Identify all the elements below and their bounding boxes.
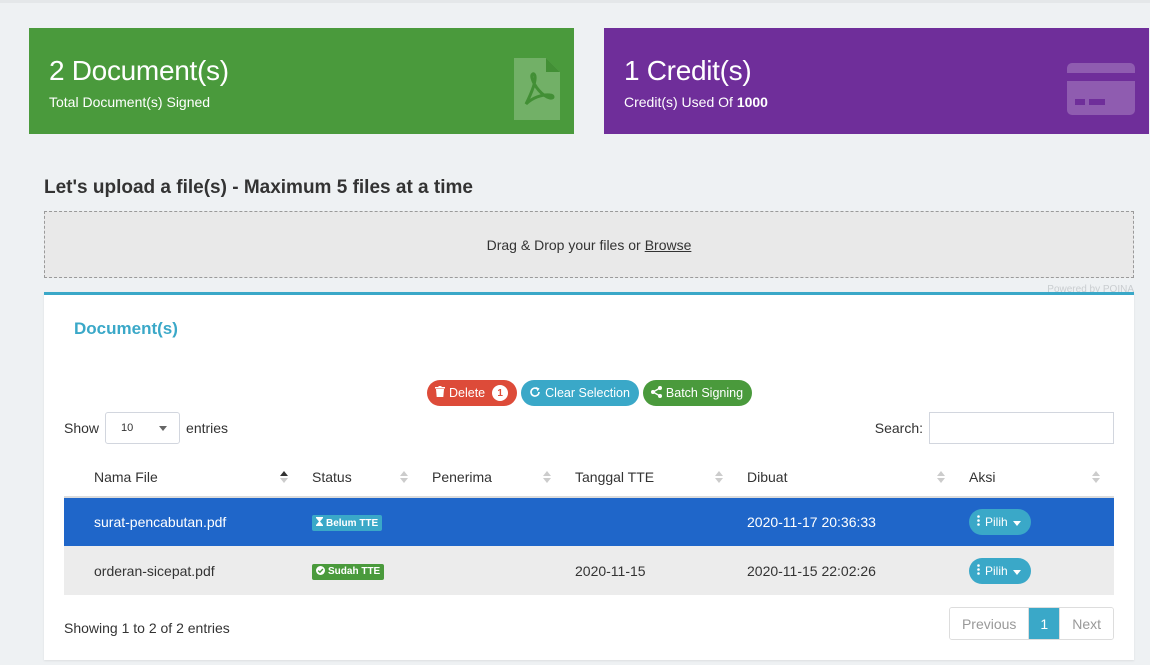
chevron-down-icon <box>159 422 168 434</box>
file-name-cell: orderan-sicepat.pdf <box>64 546 302 595</box>
column-label: Dibuat <box>747 468 788 485</box>
page-1-button[interactable]: 1 <box>1028 608 1060 639</box>
credits-label: Credit(s) Used Of 1000 <box>624 94 1129 110</box>
batch-signing-label: Batch Signing <box>665 386 744 400</box>
column-label: Nama File <box>94 468 158 485</box>
search-input[interactable] <box>929 412 1114 444</box>
credit-card-icon <box>1067 63 1135 120</box>
pagination: Previous 1 Next <box>948 607 1114 640</box>
caret-down-icon <box>1012 564 1021 578</box>
documents-count: 2 Document(s) <box>49 55 229 86</box>
clear-selection-label: Clear Selection <box>545 386 630 400</box>
sort-icon <box>715 470 723 487</box>
status-cell: Belum TTE <box>302 497 422 546</box>
next-page-button[interactable]: Next <box>1059 608 1113 639</box>
hourglass-icon <box>316 517 323 529</box>
documents-title: Document(s) <box>74 319 178 338</box>
documents-table: Nama File Status Penerima Tanggal TTE Di… <box>64 457 1114 595</box>
show-label: Show <box>64 420 100 436</box>
credits-card: 1 Credit(s) Credit(s) Used Of 1000 <box>604 28 1149 134</box>
status-badge: Sudah TTE <box>312 563 385 580</box>
penerima-cell <box>422 546 565 595</box>
sort-icon <box>400 470 408 487</box>
documents-signed-card: 2 Document(s) Total Document(s) Signed <box>29 28 574 134</box>
previous-page-button[interactable]: Previous <box>949 608 1029 639</box>
sort-icon <box>937 470 945 487</box>
caret-down-icon <box>1012 515 1021 529</box>
pilih-dropdown-button[interactable]: Pilih <box>969 509 1031 535</box>
clear-selection-button[interactable]: Clear Selection <box>521 380 639 406</box>
show-entries-control: Show 10 entries <box>64 412 228 444</box>
share-icon <box>650 385 662 401</box>
table-info: Showing 1 to 2 of 2 entries <box>64 620 230 636</box>
column-header-penerima[interactable]: Penerima <box>422 457 565 498</box>
bulk-actions: Delete 1 Clear Selection Batch Signing <box>427 380 753 406</box>
sort-asc-icon <box>280 470 288 487</box>
page-length-value: 10 <box>121 422 134 434</box>
dibuat-cell: 2020-11-15 22:02:26 <box>737 546 959 595</box>
pilih-label: Pilih <box>985 515 1008 529</box>
column-label: Penerima <box>432 468 492 485</box>
file-dropzone[interactable]: Drag & Drop your files or Browse <box>44 211 1134 278</box>
status-cell: Sudah TTE <box>302 546 422 595</box>
aksi-cell: Pilih <box>959 546 1114 595</box>
table-search: Search: <box>875 412 1114 444</box>
refresh-icon <box>529 386 541 401</box>
vertical-dots-icon <box>977 563 980 578</box>
column-header-status[interactable]: Status <box>302 457 422 498</box>
upload-title: Let's upload a file(s) - Maximum 5 files… <box>44 177 473 198</box>
top-border <box>0 0 1150 3</box>
documents-panel: Document(s) Delete 1 Clear Selection Bat… <box>44 292 1134 660</box>
sort-icon <box>543 470 551 487</box>
status-text: Sudah TTE <box>328 566 381 577</box>
documents-label: Total Document(s) Signed <box>49 94 211 110</box>
column-label: Tanggal TTE <box>575 468 655 485</box>
table-header-row: Nama File Status Penerima Tanggal TTE Di… <box>64 457 1114 498</box>
tanggal-tte-cell: 2020-11-15 <box>565 546 737 595</box>
dropzone-text: Drag & Drop your files or <box>486 236 641 253</box>
pilih-label: Pilih <box>985 563 1008 578</box>
column-label: Status <box>312 468 352 485</box>
page-length-select[interactable]: 10 <box>105 412 181 444</box>
search-label: Search: <box>874 420 923 436</box>
column-header-nama-file[interactable]: Nama File <box>64 457 302 498</box>
credits-total: 1000 <box>736 94 768 110</box>
pdf-file-icon <box>514 58 560 125</box>
check-circle-icon <box>316 565 325 578</box>
column-header-aksi[interactable]: Aksi <box>959 457 1114 498</box>
delete-label: Delete <box>449 386 486 400</box>
credits-count: 1 Credit(s) <box>624 55 752 86</box>
delete-button[interactable]: Delete 1 <box>427 380 518 406</box>
tanggal-tte-cell <box>565 497 737 546</box>
browse-link[interactable]: Browse <box>645 237 692 253</box>
file-name-cell: surat-pencabutan.pdf <box>64 497 302 546</box>
batch-signing-button[interactable]: Batch Signing <box>642 380 753 406</box>
credits-label-prefix: Credit(s) Used Of <box>624 94 733 110</box>
penerima-cell <box>422 497 565 546</box>
trash-icon <box>435 386 445 400</box>
aksi-cell: Pilih <box>959 497 1114 546</box>
sort-icon <box>1092 470 1100 487</box>
column-header-dibuat[interactable]: Dibuat <box>737 457 959 498</box>
pilih-dropdown-button[interactable]: Pilih <box>969 557 1031 584</box>
table-row[interactable]: surat-pencabutan.pdf Belum TTE 2020-11-1… <box>64 497 1114 546</box>
dibuat-cell: 2020-11-17 20:36:33 <box>737 497 959 546</box>
column-header-tanggal-tte[interactable]: Tanggal TTE <box>565 457 737 498</box>
vertical-dots-icon <box>977 515 980 529</box>
entries-label: entries <box>186 420 229 436</box>
status-badge: Belum TTE <box>312 515 383 531</box>
column-label: Aksi <box>969 468 996 485</box>
status-text: Belum TTE <box>326 517 379 529</box>
delete-count-badge: 1 <box>492 385 509 401</box>
table-row[interactable]: orderan-sicepat.pdf Sudah TTE 2020-11-15… <box>64 546 1114 595</box>
